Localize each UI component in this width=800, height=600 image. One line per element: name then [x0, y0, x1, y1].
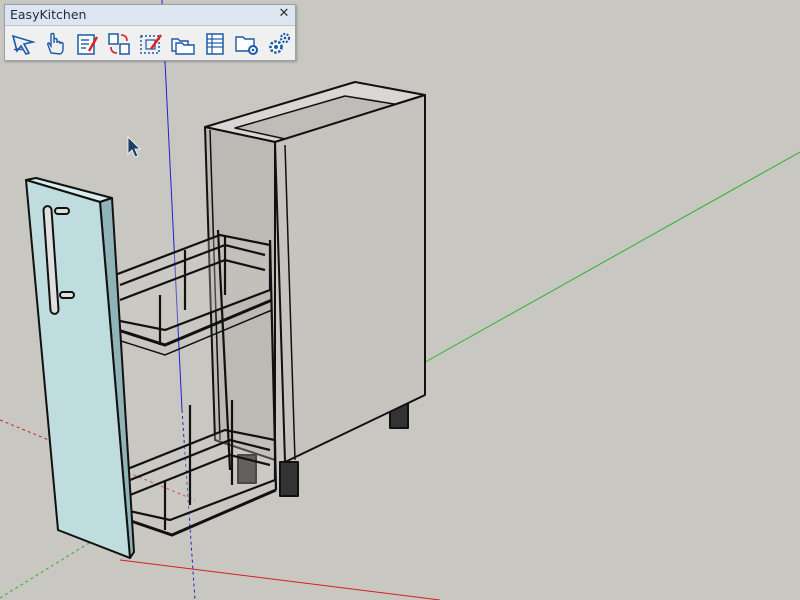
cabinet-door[interactable]	[25, 177, 135, 559]
cut-list-button[interactable]	[199, 29, 231, 59]
cut-list-table-icon	[206, 33, 224, 55]
edit-selection-button[interactable]	[135, 29, 167, 59]
cabinet-leg	[279, 461, 299, 497]
easykitchen-toolbar: EasyKitchen ✕	[4, 4, 296, 61]
mouse-cursor-icon	[127, 136, 141, 158]
pan-tool-button[interactable]	[39, 29, 71, 59]
folder-settings-button[interactable]	[231, 29, 263, 59]
edit-selection-icon	[140, 34, 162, 54]
folder-settings-icon	[235, 36, 258, 55]
3d-viewport[interactable]	[0, 0, 800, 600]
edit-properties-button[interactable]	[71, 29, 103, 59]
close-icon[interactable]: ✕	[277, 6, 291, 22]
swap-button[interactable]	[103, 29, 135, 59]
green-axis	[419, 151, 800, 366]
toolbar-buttons	[7, 29, 295, 59]
folders-icon	[171, 38, 195, 55]
edit-form-icon	[77, 34, 99, 55]
settings-button[interactable]	[263, 29, 295, 59]
select-arrow-icon	[11, 34, 36, 55]
toolbar-title: EasyKitchen	[10, 7, 87, 22]
toolbar-title-bar[interactable]: EasyKitchen ✕	[5, 5, 295, 26]
select-tool-button[interactable]	[7, 29, 39, 59]
swap-components-icon	[108, 33, 130, 55]
settings-gears-icon	[269, 32, 291, 54]
hand-pan-icon	[46, 32, 64, 55]
folders-button[interactable]	[167, 29, 199, 59]
red-axis	[119, 559, 441, 600]
